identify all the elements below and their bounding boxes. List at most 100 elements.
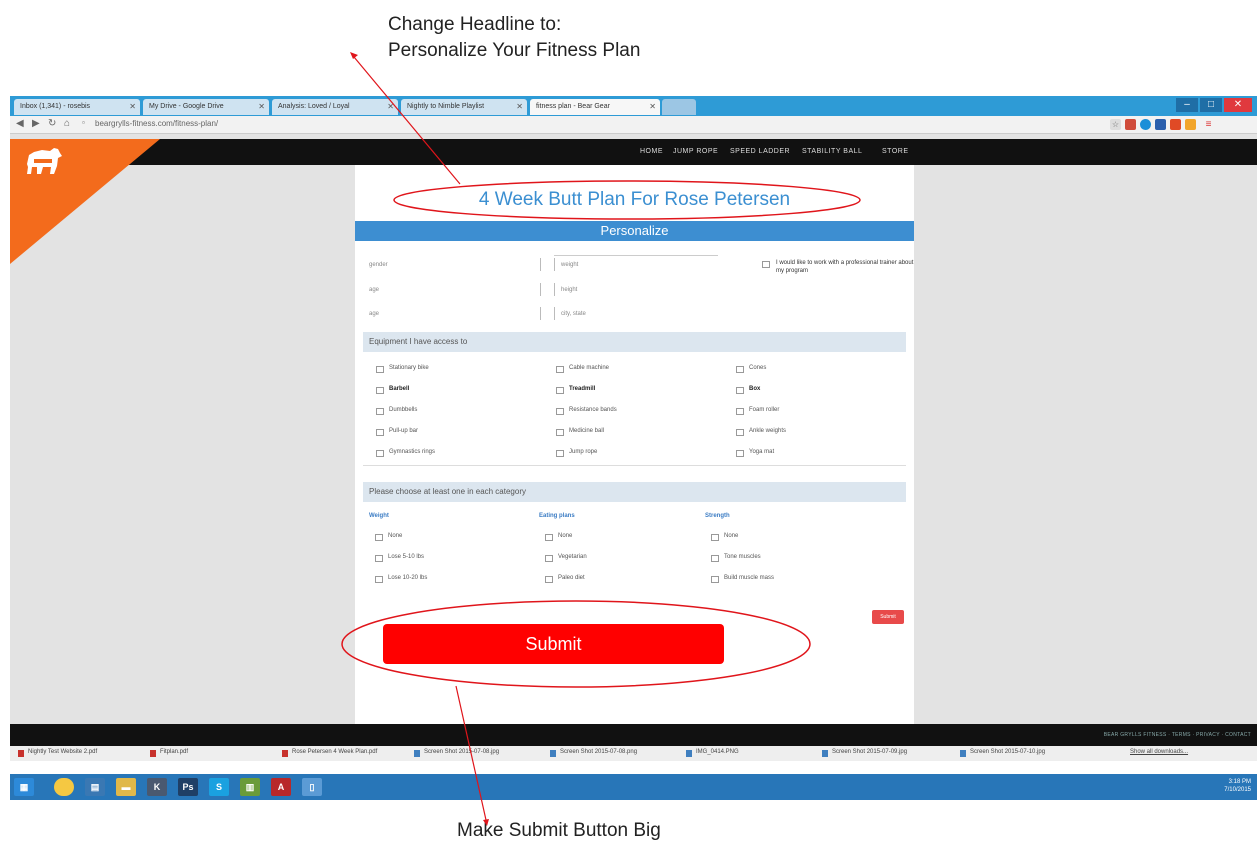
- equipment-checkbox[interactable]: [376, 408, 384, 415]
- extension-icon[interactable]: [1170, 119, 1181, 130]
- goal-checkbox[interactable]: [545, 534, 553, 541]
- goal-checkbox[interactable]: [545, 576, 553, 583]
- goal-checkbox[interactable]: [711, 576, 719, 583]
- equipment-checkbox[interactable]: [376, 366, 384, 373]
- url-field[interactable]: beargrylls-fitness.com/fitness-plan/: [95, 119, 218, 128]
- goal-checkbox[interactable]: [545, 555, 553, 562]
- photoshop-icon[interactable]: Ps: [178, 778, 198, 796]
- new-tab-button[interactable]: [662, 99, 696, 115]
- tab-drive[interactable]: My Drive - Google Drive ✕: [143, 99, 269, 115]
- equipment-checkbox[interactable]: [376, 450, 384, 457]
- menu-item-store[interactable]: STORE: [882, 148, 909, 155]
- equipment-label: Box: [749, 386, 761, 392]
- close-window-button[interactable]: ✕: [1224, 98, 1252, 112]
- height-field[interactable]: height: [561, 287, 577, 293]
- gender-field[interactable]: gender: [369, 262, 388, 268]
- minimize-button[interactable]: –: [1176, 98, 1198, 112]
- equipment-checkbox[interactable]: [556, 450, 564, 457]
- goal-checkbox[interactable]: [375, 555, 383, 562]
- skype-icon[interactable]: [1140, 119, 1151, 130]
- equipment-checkbox[interactable]: [556, 408, 564, 415]
- equipment-checkbox[interactable]: [736, 387, 744, 394]
- windows-taskbar: ▦ ▤ ▬ K Ps S ▥ A ▯ 3:18 PM 7/10/2015: [10, 774, 1257, 800]
- equipment-checkbox[interactable]: [736, 429, 744, 436]
- equipment-checkbox[interactable]: [736, 450, 744, 457]
- professional-trainer-label: I would like to work with a professional…: [776, 260, 914, 274]
- equipment-checkbox[interactable]: [556, 387, 564, 394]
- maximize-button[interactable]: □: [1200, 98, 1222, 112]
- close-icon[interactable]: ✕: [516, 102, 523, 111]
- download-item[interactable]: Fitplan.pdf: [160, 749, 188, 755]
- download-item[interactable]: Screen Shot 2015-07-08.jpg: [424, 749, 499, 755]
- extension-icon[interactable]: [1185, 119, 1196, 130]
- divider: [540, 307, 541, 320]
- pdf-file-icon: [282, 750, 288, 757]
- reload-icon[interactable]: ↻: [48, 118, 56, 129]
- personalize-bar: Personalize: [355, 221, 914, 241]
- menu-item-jump-rope[interactable]: JUMP ROPE: [673, 148, 718, 155]
- menu-item-stability-ball[interactable]: STABILITY BALL: [802, 148, 862, 155]
- equipment-checkbox[interactable]: [376, 387, 384, 394]
- site-footer: BEAR GRYLLS FITNESS · TERMS · PRIVACY · …: [10, 724, 1257, 746]
- extension-icon[interactable]: [1155, 119, 1166, 130]
- home-icon[interactable]: ⌂: [64, 118, 70, 129]
- download-item[interactable]: Screen Shot 2015-07-08.png: [560, 749, 637, 755]
- goal-checkbox[interactable]: [375, 576, 383, 583]
- goal-checkbox[interactable]: [711, 555, 719, 562]
- acrobat-icon[interactable]: A: [271, 778, 291, 796]
- equipment-label: Cones: [749, 365, 767, 371]
- skype-icon[interactable]: S: [209, 778, 229, 796]
- submit-button[interactable]: Submit: [383, 624, 724, 664]
- close-icon[interactable]: ✕: [129, 102, 136, 111]
- equipment-checkbox[interactable]: [736, 366, 744, 373]
- tab-analysis[interactable]: Analysis: Loved / Loyal ✕: [272, 99, 398, 115]
- divider: [540, 258, 541, 271]
- show-all-downloads-link[interactable]: Show all downloads...: [1130, 749, 1188, 755]
- equipment-checkbox[interactable]: [736, 408, 744, 415]
- windows-start-icon[interactable]: ▦: [14, 778, 34, 796]
- age-field[interactable]: age: [369, 287, 379, 293]
- equipment-checkbox[interactable]: [376, 429, 384, 436]
- folder-icon[interactable]: ▬: [116, 778, 136, 796]
- divider: [554, 283, 555, 296]
- bookmark-star-icon[interactable]: ☆: [1110, 119, 1121, 130]
- system-clock[interactable]: 3:18 PM 7/10/2015: [1224, 778, 1251, 794]
- chrome-icon[interactable]: [54, 778, 74, 796]
- download-item[interactable]: Rose Petersen 4 Week Plan.pdf: [292, 749, 377, 755]
- close-icon[interactable]: ✕: [387, 102, 394, 111]
- forward-icon[interactable]: ▶: [32, 118, 40, 129]
- tab-inbox[interactable]: Inbox (1,341) - rosebis ✕: [14, 99, 140, 115]
- download-item[interactable]: Nightly Test Website 2.pdf: [28, 749, 97, 755]
- age-field-2[interactable]: age: [369, 311, 379, 317]
- equipment-checkbox[interactable]: [556, 429, 564, 436]
- footer-links[interactable]: BEAR GRYLLS FITNESS · TERMS · PRIVACY · …: [1104, 732, 1251, 738]
- goal-checkbox[interactable]: [375, 534, 383, 541]
- professional-trainer-checkbox[interactable]: [762, 261, 770, 268]
- menu-icon[interactable]: ≡: [1203, 119, 1214, 130]
- back-icon[interactable]: ◀: [16, 118, 24, 129]
- app-icon[interactable]: ▤: [85, 778, 105, 796]
- tab-fitness-plan[interactable]: fitness plan - Bear Gear ✕: [530, 99, 660, 115]
- goal-checkbox[interactable]: [711, 534, 719, 541]
- app-icon[interactable]: K: [147, 778, 167, 796]
- download-item[interactable]: Screen Shot 2015-07-09.jpg: [832, 749, 907, 755]
- city-state-field[interactable]: city, state: [561, 311, 586, 317]
- small-submit-button[interactable]: Submit: [872, 610, 904, 624]
- close-icon[interactable]: ✕: [649, 102, 656, 111]
- tab-playlist[interactable]: Nightly to Nimble Playlist ✕: [401, 99, 527, 115]
- app-icon[interactable]: ▥: [240, 778, 260, 796]
- menu-item-home[interactable]: HOME: [640, 148, 663, 155]
- extension-icon[interactable]: [1125, 119, 1136, 130]
- equipment-checkbox[interactable]: [556, 366, 564, 373]
- menu-item-speed-ladder[interactable]: SPEED LADDER: [730, 148, 790, 155]
- divider: [540, 283, 541, 296]
- app-icon[interactable]: ▯: [302, 778, 322, 796]
- equipment-label: Stationary bike: [389, 365, 429, 371]
- bear-logo-icon[interactable]: [24, 146, 64, 176]
- weight-field[interactable]: weight: [561, 262, 578, 268]
- download-item[interactable]: Screen Shot 2015-07-10.jpg: [970, 749, 1045, 755]
- tab-bar: Inbox (1,341) - rosebis ✕ My Drive - Goog…: [10, 96, 1257, 116]
- download-item[interactable]: IMG_0414.PNG: [696, 749, 739, 755]
- close-icon[interactable]: ✕: [258, 102, 265, 111]
- goal-option-label: Vegetarian: [558, 554, 587, 560]
